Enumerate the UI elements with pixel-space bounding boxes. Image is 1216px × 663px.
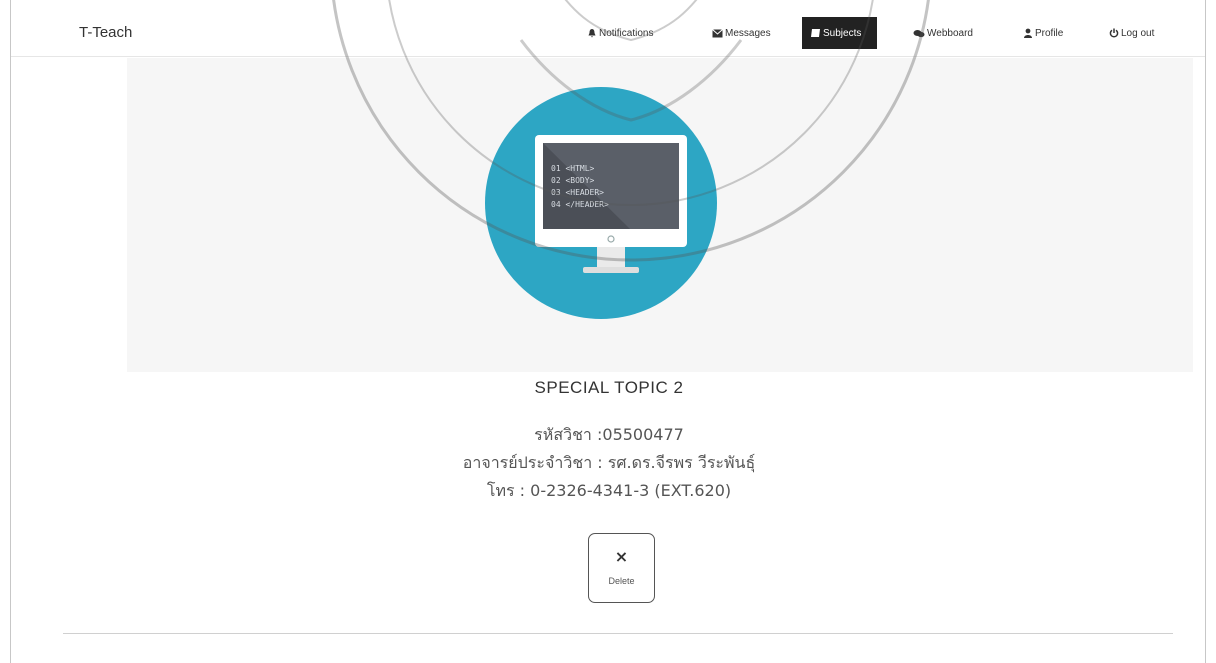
page-frame: T-Teach Notifications Messages Subjects … (10, 0, 1206, 663)
nav-webboard[interactable]: Webboard (905, 17, 981, 49)
nav-subjects-label: Subjects (823, 27, 862, 39)
delete-button[interactable]: × Delete (588, 533, 655, 603)
code-line-4: 04 </HEADER> (551, 200, 609, 209)
delete-label: Delete (608, 576, 635, 586)
bell-icon (588, 29, 596, 38)
power-icon (1109, 28, 1119, 38)
nav-logout[interactable]: Log out (1101, 17, 1162, 49)
nav-notifications-label: Notifications (599, 27, 654, 39)
comments-icon (913, 29, 925, 37)
navbar: T-Teach Notifications Messages Subjects … (11, 0, 1205, 57)
envelope-icon (712, 28, 723, 37)
subject-teacher: อาจารย์ประจำวิชา : รศ.ดร.จีรพร วีระพันธุ… (462, 453, 756, 472)
nav-logout-label: Log out (1121, 27, 1155, 39)
user-icon (1024, 28, 1032, 38)
nav-webboard-label: Webboard (927, 27, 973, 39)
nav-messages-label: Messages (725, 27, 771, 39)
nav-notifications[interactable]: Notifications (579, 17, 661, 49)
monitor-icon: 01 <HTML> 02 <BODY> 03 <HEADER> 04 </HEA… (535, 135, 687, 273)
code-line-1: 01 <HTML> (551, 164, 595, 173)
close-icon: × (614, 547, 629, 566)
nav-profile[interactable]: Profile (1015, 17, 1071, 49)
subject-title: SPECIAL TOPIC 2 (534, 378, 684, 397)
nav-subjects[interactable]: Subjects (802, 17, 877, 49)
code-line-2: 02 <BODY> (551, 176, 595, 185)
code-line-3: 03 <HEADER> (551, 188, 604, 197)
subject-image: 01 <HTML> 02 <BODY> 03 <HEADER> 04 </HEA… (485, 87, 717, 319)
nav-messages[interactable]: Messages (704, 17, 779, 49)
book-icon (811, 29, 820, 37)
nav-profile-label: Profile (1035, 27, 1064, 39)
divider (63, 633, 1173, 634)
brand-logo[interactable]: T-Teach (79, 24, 132, 41)
subject-phone: โทร : 0-2326-4341-3 (EXT.620) (486, 481, 732, 500)
subject-code: รหัสวิชา :05500477 (534, 425, 684, 444)
